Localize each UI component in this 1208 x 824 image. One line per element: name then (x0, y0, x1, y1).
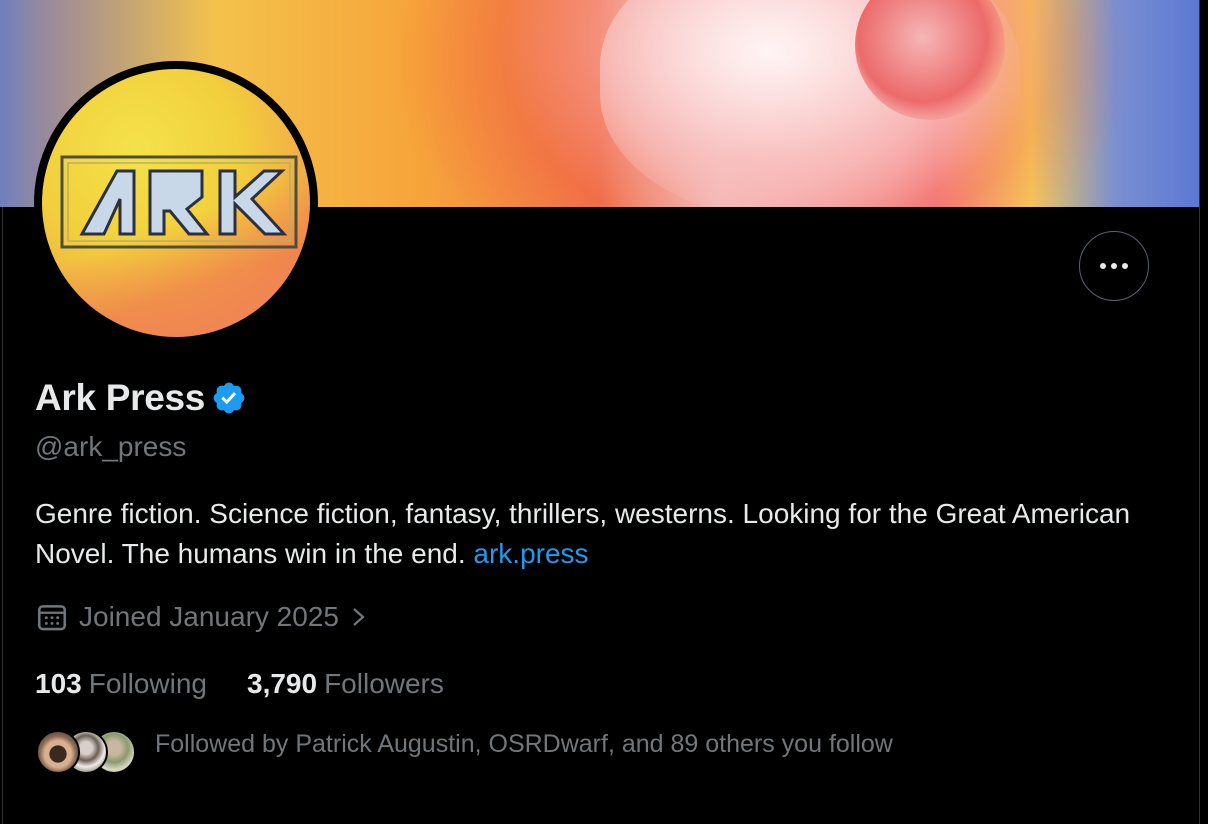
verified-badge-icon[interactable] (211, 380, 247, 416)
profile-handle: @ark_press (35, 431, 187, 462)
bio-link[interactable]: ark.press (473, 538, 588, 569)
profile-avatar[interactable] (34, 61, 318, 345)
followers-count: 3,790 (247, 668, 318, 699)
follow-stats: 103 Following 3,790 Followers (35, 668, 484, 700)
avatar-image (42, 69, 310, 337)
column-border-left (2, 207, 3, 824)
calendar-icon (37, 605, 67, 631)
followed-by-avatars[interactable] (36, 730, 136, 776)
chevron-right-icon (353, 608, 365, 626)
more-options-button[interactable] (1079, 231, 1149, 301)
followers-label: Followers (324, 668, 444, 699)
following-label: Following (88, 668, 207, 699)
avatar (36, 730, 80, 774)
followers-stat[interactable]: 3,790 Followers (247, 668, 444, 700)
column-border (1199, 0, 1200, 824)
display-name: Ark Press (35, 377, 206, 418)
following-stat[interactable]: 103 Following (35, 668, 207, 700)
more-options-icon (1100, 263, 1128, 269)
joined-text: Joined January 2025 (79, 601, 339, 632)
following-count: 103 (35, 668, 82, 699)
ark-logo (60, 155, 298, 249)
joined-date[interactable]: Joined January 2025 (35, 600, 369, 634)
profile-name-row: Ark Press (35, 377, 247, 419)
followed-by-text[interactable]: Followed by Patrick Augustin, OSRDwarf, … (155, 730, 893, 759)
profile-bio: Genre fiction. Science fiction, fantasy,… (35, 494, 1155, 574)
